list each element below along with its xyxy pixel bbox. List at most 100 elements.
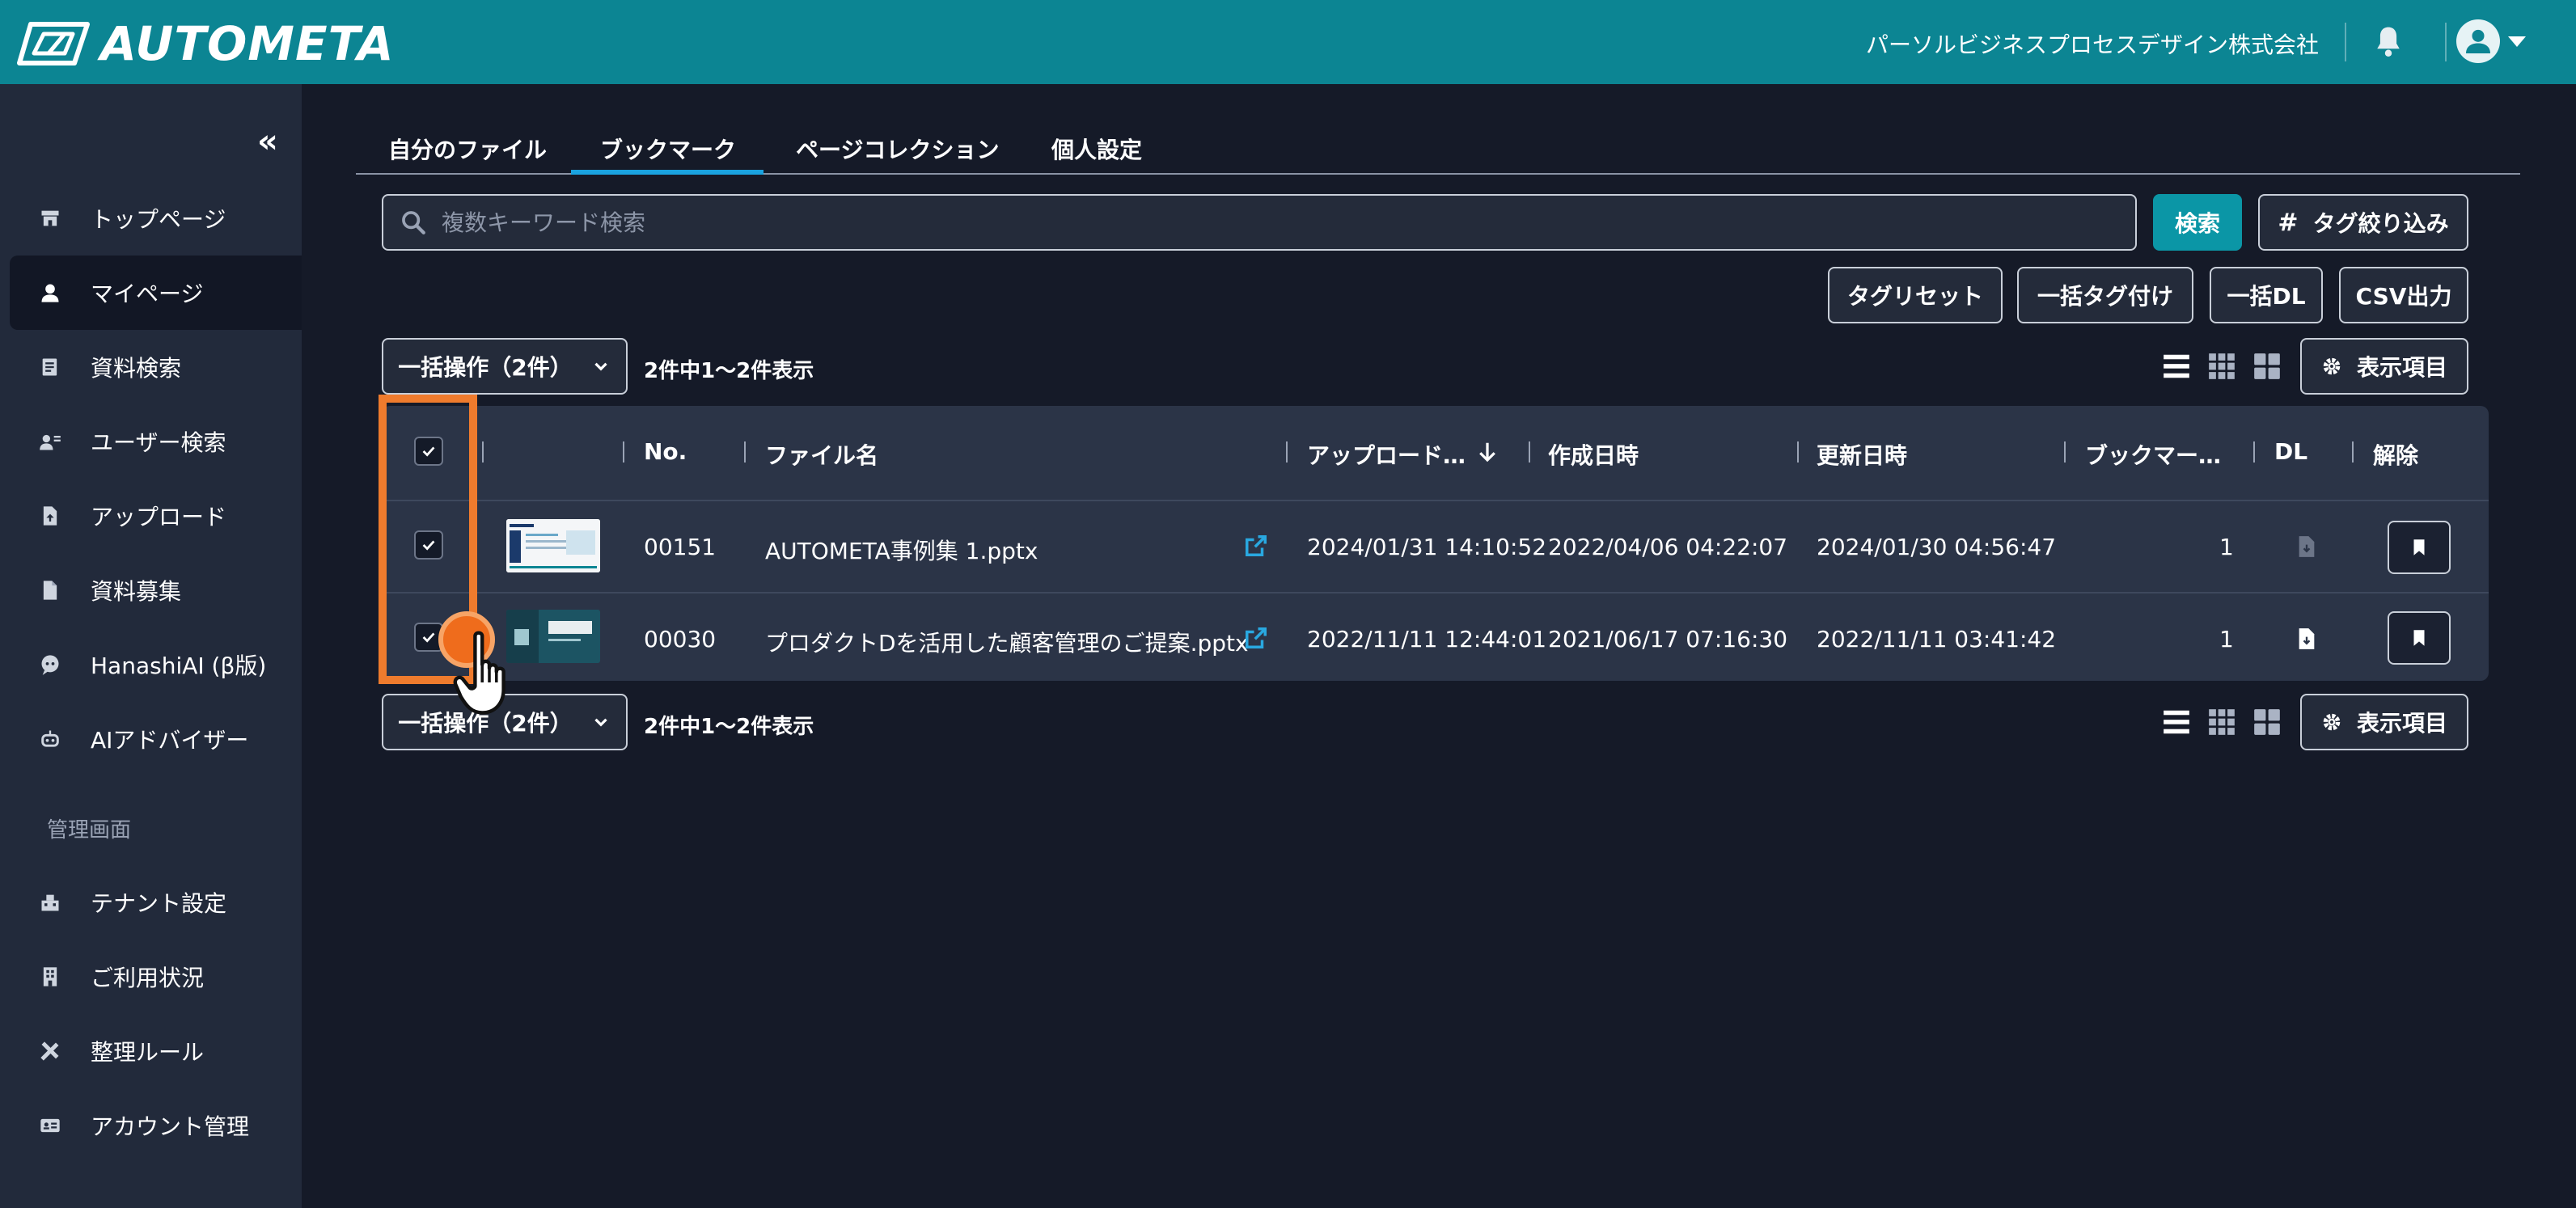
avatar[interactable]	[2456, 19, 2500, 63]
column-divider	[1529, 441, 1530, 463]
file-thumbnail[interactable]	[506, 519, 600, 572]
chevron-down-icon[interactable]	[2508, 36, 2526, 47]
gear-icon	[2323, 357, 2341, 375]
search-box[interactable]	[382, 194, 2137, 251]
remove-bookmark-button[interactable]	[2388, 611, 2451, 665]
logo[interactable]: AUTOMETA	[16, 16, 395, 71]
file-name-link[interactable]: プロダクトDを活用した顧客管理のご提案.pptx	[765, 626, 1249, 658]
result-count-bottom: 2件中1〜2件表示	[644, 715, 814, 739]
result-count: 2件中1〜2件表示	[644, 359, 814, 383]
view-switcher	[2161, 351, 2282, 382]
cell-no: 00151	[644, 534, 717, 560]
sidebar-item-hanashi-ai[interactable]: HanashiAI (β版)	[10, 627, 302, 702]
tag-filter-label: タグ絞り込み	[2312, 210, 2449, 237]
tab-personal-settings[interactable]: 個人設定	[1051, 133, 1142, 165]
sidebar-item-account-management[interactable]: アカウント管理	[10, 1088, 302, 1163]
column-header-file-name[interactable]: ファイル名	[765, 438, 878, 471]
tenant-icon	[39, 891, 61, 914]
sidebar-item-material-request[interactable]: 資料募集	[10, 553, 302, 627]
sidebar-item-organize-rules[interactable]: 整理ルール	[10, 1014, 302, 1088]
active-tab-indicator	[571, 170, 763, 175]
download-file-icon[interactable]	[2297, 627, 2316, 650]
sidebar-item-label: 資料募集	[91, 578, 182, 605]
tab-page-collection[interactable]: ページコレクション	[796, 133, 999, 165]
header-divider	[2445, 23, 2447, 61]
store-icon	[39, 207, 61, 230]
sidebar-item-ai-advisor[interactable]: AIアドバイザー	[10, 702, 302, 776]
large-grid-view-icon[interactable]	[2252, 351, 2282, 382]
list-view-icon[interactable]	[2161, 351, 2192, 382]
column-header-no[interactable]: No.	[644, 438, 687, 465]
column-header-created[interactable]: 作成日時	[1548, 438, 1639, 471]
sidebar-item-label: ユーザー検索	[91, 429, 226, 456]
sidebar-item-upload[interactable]: アップロード	[10, 479, 302, 553]
column-divider	[2253, 441, 2255, 463]
display-items-label: 表示項目	[2356, 354, 2447, 381]
search-input[interactable]	[442, 209, 2059, 236]
bell-icon[interactable]	[2371, 24, 2406, 60]
csv-export-button[interactable]: CSV出力	[2339, 267, 2468, 323]
app-header: AUTOMETA パーソルビジネスプロセスデザイン株式会社	[0, 0, 2576, 84]
slide-thumbnail-icon	[506, 519, 600, 572]
column-divider	[2352, 441, 2354, 463]
search-button[interactable]: 検索	[2153, 194, 2242, 251]
cell-bookmark-count: 1	[2219, 626, 2234, 653]
external-link-icon[interactable]	[1244, 626, 1268, 650]
sidebar-item-tenant-settings[interactable]: テナント設定	[10, 865, 302, 940]
small-grid-view-icon[interactable]	[2206, 707, 2237, 737]
bulk-download-button[interactable]: 一括DL	[2210, 267, 2323, 323]
large-grid-view-icon[interactable]	[2252, 707, 2282, 737]
column-header-uploaded[interactable]: アップロード…	[1307, 438, 1466, 471]
bulk-operation-dropdown[interactable]: 一括操作（2件）	[382, 338, 628, 395]
display-items-button-bottom[interactable]: 表示項目	[2300, 694, 2468, 750]
cell-bookmark-count: 1	[2219, 534, 2234, 560]
sort-desc-icon[interactable]	[1475, 440, 1499, 464]
sidebar-item-label: マイページ	[91, 281, 204, 307]
sidebar-item-user-search[interactable]: ユーザー検索	[10, 404, 302, 479]
tab-bookmarks[interactable]: ブックマーク	[600, 133, 736, 165]
user-search-icon	[39, 430, 61, 453]
column-divider	[482, 441, 484, 463]
building-icon	[39, 965, 61, 988]
tag-filter-button[interactable]: # タグ絞り込み	[2258, 194, 2468, 251]
collapse-sidebar-button[interactable]: «	[257, 123, 278, 160]
tools-icon	[39, 1040, 61, 1062]
person-icon	[39, 281, 61, 304]
cell-created: 2022/04/06 04:22:07	[1548, 534, 1788, 560]
display-items-button[interactable]: 表示項目	[2300, 338, 2468, 395]
bulk-operation-label: 一括操作（2件）	[398, 354, 573, 381]
user-menu[interactable]	[2456, 19, 2526, 63]
user-icon	[2466, 29, 2490, 53]
sidebar-item-my-page[interactable]: マイページ	[10, 256, 302, 330]
sidebar-item-label: テナント設定	[91, 890, 227, 917]
sidebar-item-top-page[interactable]: トップページ	[10, 181, 302, 256]
external-link-icon[interactable]	[1244, 534, 1268, 558]
column-header-bookmarks[interactable]: ブックマー…	[2085, 438, 2221, 471]
file-name-link[interactable]: AUTOMETA事例集 1.pptx	[765, 534, 1038, 566]
gear-icon	[2323, 713, 2341, 731]
sidebar-item-document-search[interactable]: 資料検索	[10, 330, 302, 404]
list-view-icon[interactable]	[2161, 707, 2192, 737]
bulk-tag-button[interactable]: 一括タグ付け	[2017, 267, 2193, 323]
tag-reset-label: タグリセット	[1846, 283, 1983, 310]
admin-section-label: 管理画面	[47, 818, 132, 843]
tab-bar: 自分のファイル ブックマーク ページコレクション 個人設定	[356, 123, 2520, 175]
remove-bookmark-button[interactable]	[2388, 521, 2451, 574]
tab-my-files[interactable]: 自分のファイル	[388, 133, 547, 165]
small-grid-view-icon[interactable]	[2206, 351, 2237, 382]
column-divider	[1797, 441, 1799, 463]
column-divider	[744, 441, 746, 463]
cell-updated: 2022/11/11 03:41:42	[1817, 626, 2057, 653]
id-card-icon	[39, 1114, 61, 1137]
column-header-dl: DL	[2274, 438, 2308, 465]
column-header-updated[interactable]: 更新日時	[1817, 438, 1907, 471]
tag-reset-button[interactable]: タグリセット	[1828, 267, 2003, 323]
column-divider	[2064, 441, 2066, 463]
cell-created: 2021/06/17 07:16:30	[1548, 626, 1788, 653]
row-divider	[382, 500, 2489, 501]
logo-mark-icon	[17, 22, 90, 65]
document-search-icon	[39, 356, 61, 378]
pointer-hand-icon	[453, 631, 505, 715]
sidebar: « トップページ マイページ 資料検索 ユーザー検索 アップロード 資料募集 H…	[0, 84, 302, 1208]
sidebar-item-usage-status[interactable]: ご利用状況	[10, 940, 302, 1014]
